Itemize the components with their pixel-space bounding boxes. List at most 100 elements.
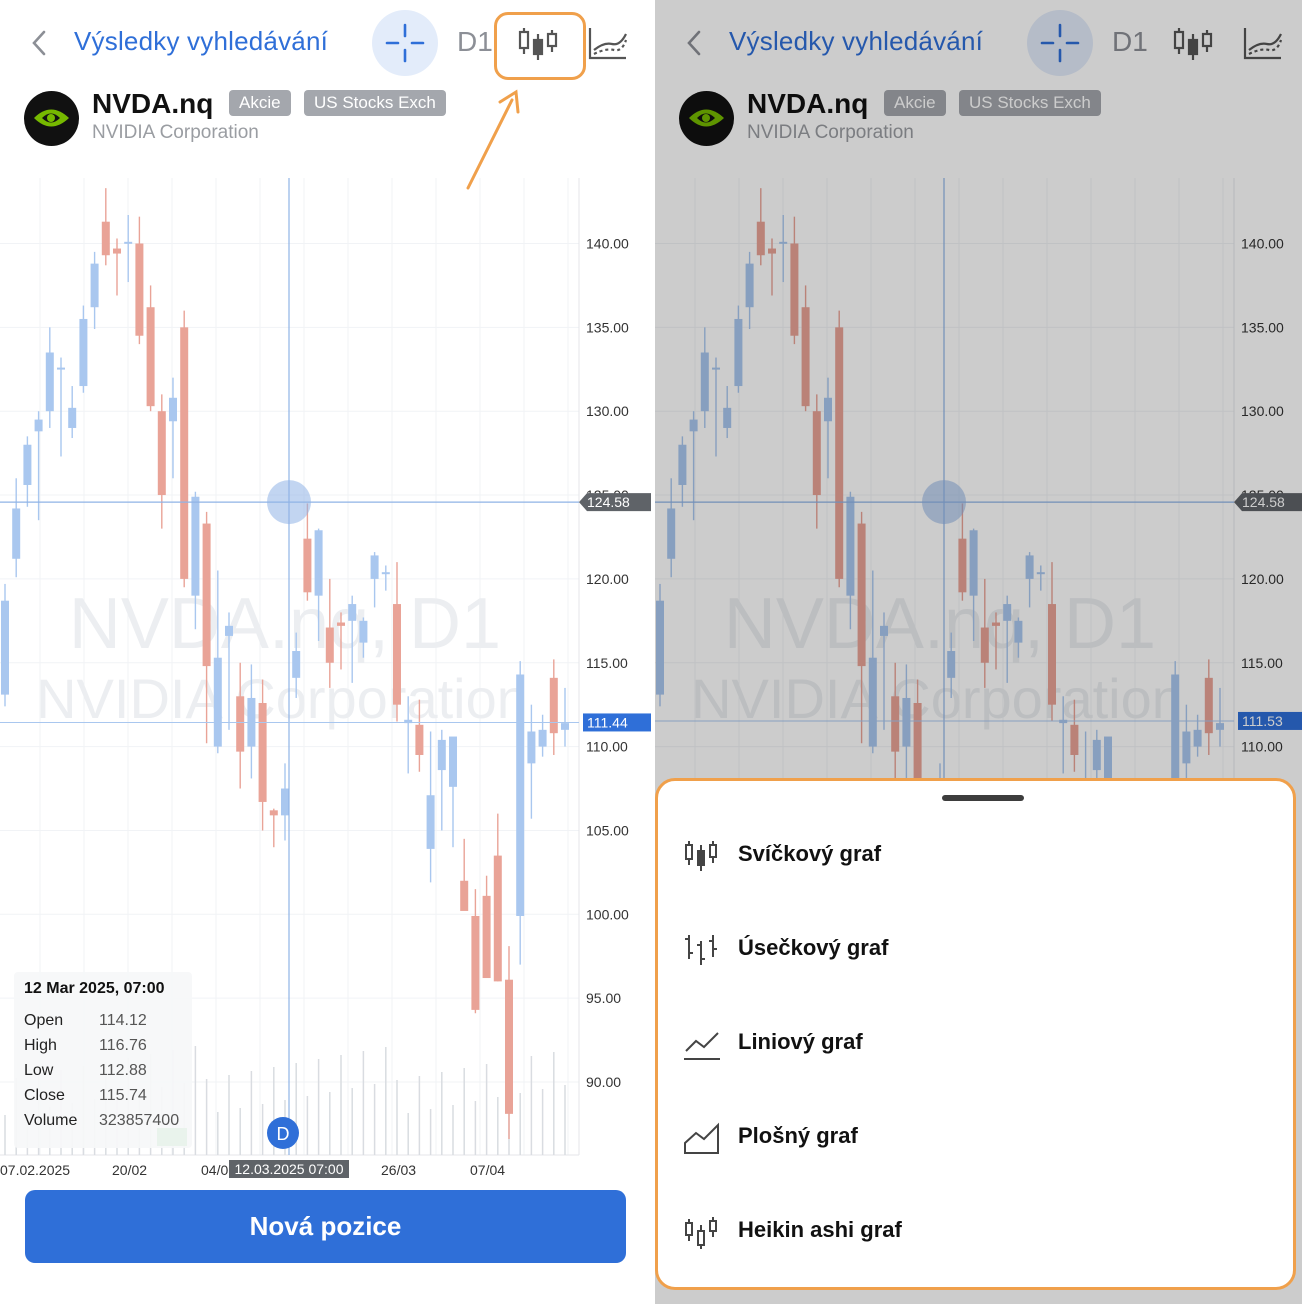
chart-screen: Výsledky vyhledávání D1 NVDA.nq Akcie US… (0, 0, 651, 1304)
option-line[interactable]: Liniový graf (682, 1013, 1242, 1073)
candle-body (292, 651, 301, 678)
price-label: 90.00 (586, 1074, 621, 1090)
price-label: 120.00 (586, 571, 629, 587)
candle-body (146, 307, 155, 407)
line-chart-icon (684, 1032, 720, 1060)
price-label: 95.00 (586, 990, 621, 1006)
candle-body (471, 915, 480, 1010)
tooltip-label: High (24, 1036, 57, 1054)
candle-body (549, 677, 558, 734)
watermark-company: NVIDIA Corporation (36, 667, 528, 730)
time-label: 20/02 (112, 1162, 147, 1178)
company-name: NVIDIA Corporation (92, 122, 259, 143)
bar-chart-icon (685, 935, 717, 965)
candle-body (236, 696, 245, 752)
price-label: 135.00 (586, 319, 629, 335)
candle-body (169, 397, 177, 422)
search-results-link[interactable]: Výsledky vyhledávání (74, 26, 328, 57)
candle-body (258, 702, 267, 802)
crosshair-button[interactable] (372, 10, 438, 76)
tooltip-value: 323857400 (99, 1111, 180, 1129)
option-label: Svíčkový graf (738, 841, 882, 866)
tooltip-value: 114.12 (99, 1011, 147, 1029)
tooltip-label: Low (24, 1061, 54, 1079)
candle-body (34, 419, 43, 432)
price-label: 100.00 (586, 906, 629, 922)
candle-body (213, 657, 222, 747)
time-label: 26/03 (381, 1162, 416, 1178)
candle-body (370, 555, 379, 579)
tooltip-label: Close (24, 1086, 65, 1104)
symbol-ticker: NVDA.nq (92, 88, 214, 119)
price-label: 140.00 (586, 236, 629, 252)
chevron-left-icon[interactable] (26, 26, 54, 60)
dividend-label: D (277, 1124, 290, 1144)
candle-body (157, 411, 166, 496)
candle-body (538, 729, 547, 747)
tooltip-row: Close 115.74 (24, 1083, 182, 1108)
arrow-annotation (466, 89, 520, 190)
option-label: Úsečkový graf (738, 935, 889, 960)
candle-body (68, 407, 77, 428)
tooltip-row: High 116.76 (24, 1033, 182, 1058)
candle-body (101, 221, 110, 256)
timeframe-button[interactable]: D1 (457, 26, 493, 58)
nvidia-logo (24, 91, 79, 146)
candle-body (359, 620, 368, 643)
exchange-tag: US Stocks Exch (304, 90, 446, 116)
price-label: 130.00 (586, 403, 629, 419)
symbol-info: NVDA.nq Akcie US Stocks Exch NVIDIA Corp… (24, 88, 644, 148)
current-price: 111.44 (587, 714, 628, 730)
candle-body (437, 739, 446, 771)
chart-type-sheet: Svíčkový graf Úsečkový graf Liniový graf (655, 778, 1296, 1290)
candle-body (303, 538, 312, 593)
watermark-symbol: NVDA.nq, D1 (69, 584, 501, 664)
tooltip-value: 115.74 (99, 1086, 147, 1104)
candle-body (191, 496, 200, 596)
asset-type-tag: Akcie (229, 90, 291, 116)
candle-body (482, 895, 491, 979)
option-bar[interactable]: Úsečkový graf (682, 919, 1242, 979)
candle-body (57, 367, 65, 370)
tooltip-date: 12 Mar 2025, 07:00 (24, 980, 165, 997)
candle-body (1, 600, 9, 695)
candle-body (45, 352, 54, 412)
candle-body (527, 731, 536, 764)
option-label: Heikin ashi graf (738, 1217, 902, 1242)
candle-body (113, 248, 121, 254)
price-label: 115.00 (586, 655, 628, 671)
candle-body (79, 318, 88, 387)
new-position-button[interactable]: Nová pozice (25, 1190, 626, 1263)
candle-body (449, 736, 457, 787)
option-area[interactable]: Plošný graf (682, 1107, 1242, 1167)
price-label: 105.00 (586, 822, 629, 838)
tooltip-row: Low 112.88 (24, 1058, 182, 1083)
tooltip-row: Volume 323857400 (24, 1108, 182, 1133)
heikin-ashi-icon (685, 1217, 717, 1249)
tooltip-label: Open (24, 1011, 64, 1029)
candle-body (314, 530, 323, 596)
sheet-handle[interactable] (942, 795, 1024, 801)
option-candlestick[interactable]: Svíčkový graf (682, 825, 1242, 885)
candle-body (225, 625, 233, 636)
candle-body (460, 880, 469, 911)
indicators-icon[interactable] (586, 24, 630, 64)
candle-body (90, 263, 99, 308)
candlestick-icon (685, 841, 717, 871)
crosshair-handle (267, 480, 311, 525)
candle-body (381, 572, 390, 575)
candle-body (505, 979, 513, 1114)
chart-type-highlight (494, 12, 586, 80)
candle-body (135, 243, 144, 336)
candle-body (516, 674, 525, 916)
candle-body (202, 523, 211, 667)
option-heikin-ashi[interactable]: Heikin ashi graf (682, 1201, 1242, 1261)
time-label: 07.02.2025 (0, 1162, 70, 1178)
option-label: Plošný graf (738, 1123, 858, 1148)
candle-body (415, 724, 424, 755)
candle-body (337, 622, 345, 626)
candle-body (12, 508, 21, 559)
option-label: Liniový graf (738, 1029, 863, 1054)
candle-body (493, 855, 502, 982)
tooltip-row: Open 114.12 (24, 1008, 182, 1033)
